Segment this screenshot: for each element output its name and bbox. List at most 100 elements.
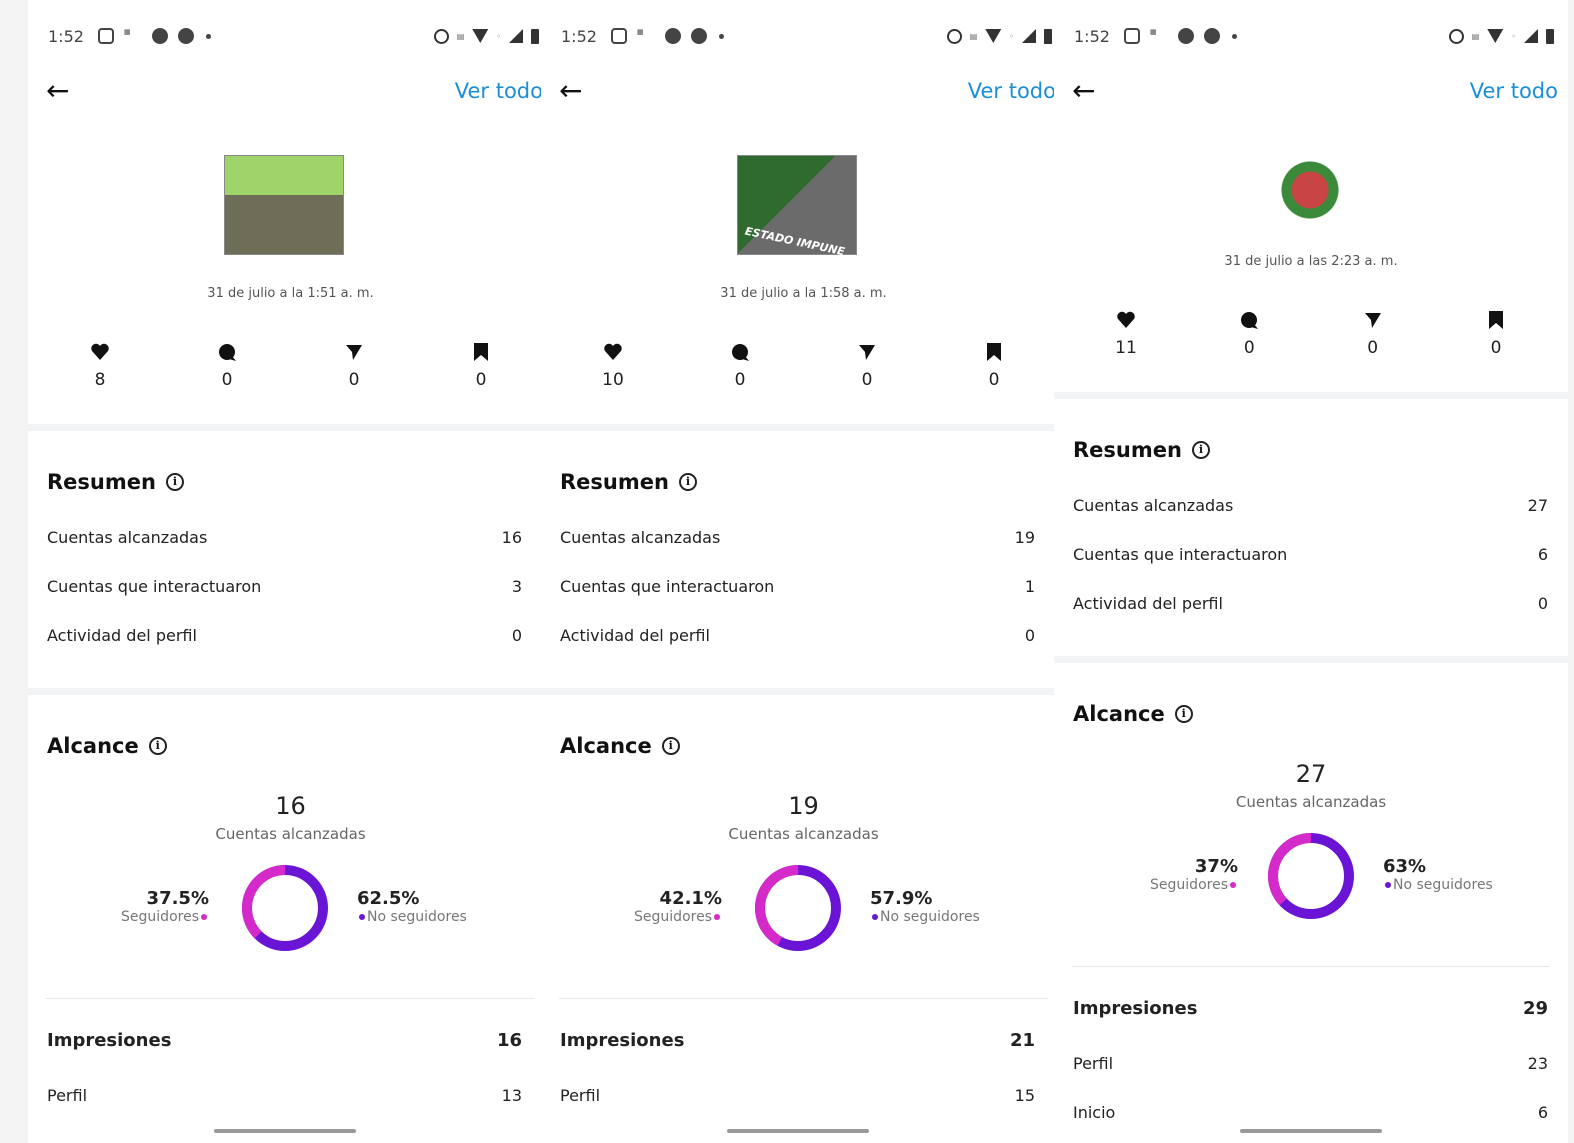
post-thumbnail[interactable] (224, 155, 344, 255)
post-thumbnail[interactable] (1250, 125, 1370, 225)
info-icon[interactable]: i (148, 737, 167, 755)
non-followers-legend: 57.9% No seguidores (870, 888, 980, 925)
bookmark-icon (987, 343, 1001, 361)
followers-arc (755, 865, 841, 951)
impressions-row: Impresiones 29 (1073, 998, 1548, 1019)
info-icon[interactable]: i (678, 473, 697, 491)
followers-arc (242, 865, 328, 951)
non-followers-label: No seguidores (367, 909, 467, 925)
post-stats: 10 0 0 0 (561, 342, 1046, 390)
likes-count: 11 (1115, 338, 1137, 358)
summary-row-engaged: Cuentas que interactuaron 3 (47, 577, 522, 596)
temu-icon: ▦ (636, 28, 644, 36)
network-4g-icon: ◦ (1009, 31, 1014, 41)
saves-count: 0 (988, 370, 1000, 390)
wifi-icon (1487, 29, 1504, 43)
non-followers-dot (1385, 882, 1391, 888)
divider-line (1072, 966, 1550, 967)
non-followers-label: No seguidores (1393, 877, 1493, 893)
home-indicator[interactable] (1240, 1129, 1382, 1133)
followers-legend: 37% Seguidores (1150, 856, 1238, 893)
back-arrow-icon[interactable]: ← (46, 77, 69, 105)
impressions-row: Impresiones 16 (47, 1030, 522, 1051)
status-bar: 1:52 ▦ ▤ ◦ (48, 24, 539, 48)
home-indicator[interactable] (214, 1129, 356, 1133)
signal-icon (1022, 29, 1036, 43)
more-notifications-icon (1231, 33, 1237, 39)
more-notifications-icon (205, 33, 211, 39)
back-arrow-icon[interactable]: ← (1072, 77, 1095, 105)
reach-total: 19 (788, 792, 819, 820)
instagram-icon (1123, 28, 1140, 44)
facebook-icon (1177, 28, 1194, 44)
comment-icon (1241, 312, 1259, 329)
status-bar: 1:52 ▦ ▤ ◦ (1074, 24, 1554, 48)
facebook-icon (151, 28, 168, 44)
impressions-home-row: Inicio 6 (1073, 1103, 1548, 1122)
comments-count: 0 (1243, 338, 1255, 358)
shares-count: 0 (1367, 338, 1379, 358)
alarm-icon (1448, 28, 1464, 44)
reach-total: 27 (1295, 760, 1327, 788)
reach-title: Alcance (1073, 702, 1165, 726)
network-4g-icon: ◦ (496, 31, 501, 41)
info-icon[interactable]: i (1174, 705, 1193, 723)
reach-donut-chart (1268, 833, 1354, 919)
battery-icon (1546, 28, 1554, 44)
heart-icon (91, 343, 109, 360)
instagram-icon (610, 28, 627, 44)
reach-donut-chart (755, 865, 841, 951)
network-4g-icon: ◦ (1511, 31, 1516, 41)
status-time: 1:52 (1074, 26, 1110, 46)
non-followers-percent: 63% (1383, 856, 1427, 877)
impressions-row: Impresiones 21 (560, 1030, 1035, 1051)
non-followers-dot (359, 914, 365, 920)
impressions-profile-row: Perfil 23 (1073, 1054, 1548, 1073)
volte-icon: ▤ (1471, 31, 1480, 41)
summary-row-engaged: Cuentas que interactuaron 6 (1073, 545, 1548, 564)
summary-row-profile-activity: Actividad del perfil 0 (1073, 594, 1548, 613)
info-icon[interactable]: i (1191, 441, 1210, 459)
non-followers-legend: 63% No seguidores (1383, 856, 1493, 893)
followers-legend: 42.1% Seguidores (634, 888, 722, 925)
status-time: 1:52 (48, 26, 84, 46)
followers-percent: 37% (1194, 856, 1238, 877)
impressions-profile-row: Perfil 15 (560, 1086, 1035, 1105)
view-all-link[interactable]: Ver todo (1470, 79, 1558, 103)
temu-icon: ▦ (123, 28, 131, 36)
followers-label: Seguidores (634, 909, 712, 925)
info-icon[interactable]: i (661, 737, 680, 755)
post-date: 31 de julio a la 1:51 a. m. (207, 286, 374, 301)
insights-screen-2: 1:52 ▦ ▤ ◦ ← Ver todo ESTADO IMPUNE 31 d… (541, 0, 1066, 1143)
reach-title: Alcance (560, 734, 652, 758)
summary-title: Resumen (47, 470, 156, 494)
share-icon (346, 345, 362, 360)
view-all-link[interactable]: Ver todo (968, 79, 1056, 103)
post-date: 31 de julio a la 1:58 a. m. (720, 286, 887, 301)
followers-percent: 42.1% (659, 888, 722, 909)
followers-label: Seguidores (1150, 877, 1228, 893)
facebook-icon (664, 28, 681, 44)
alarm-icon (433, 28, 449, 44)
non-followers-percent: 57.9% (870, 888, 933, 909)
post-thumbnail[interactable]: ESTADO IMPUNE (737, 155, 857, 258)
comment-icon (732, 344, 749, 361)
summary-row-profile-activity: Actividad del perfil 0 (47, 626, 522, 645)
view-all-link[interactable]: Ver todo (455, 79, 543, 103)
non-followers-dot (872, 914, 878, 920)
followers-label: Seguidores (121, 909, 199, 925)
saves-count: 0 (475, 370, 487, 390)
comment-icon (219, 344, 236, 361)
followers-legend: 37.5% Seguidores (121, 888, 209, 925)
info-icon[interactable]: i (165, 473, 184, 491)
reach-total: 16 (275, 792, 306, 820)
comments-count: 0 (734, 370, 746, 390)
back-arrow-icon[interactable]: ← (559, 77, 582, 105)
post-stats: 11 0 0 0 (1074, 310, 1548, 358)
home-indicator[interactable] (727, 1129, 869, 1133)
instagram-icon (97, 28, 114, 44)
thumbnail-caption: ESTADO IMPUNE (743, 224, 846, 259)
pinterest-icon (177, 28, 194, 44)
divider (541, 688, 1066, 695)
insights-screen-3: 1:52 ▦ ▤ ◦ ← Ver todo 31 de julio a las … (1054, 0, 1568, 1143)
